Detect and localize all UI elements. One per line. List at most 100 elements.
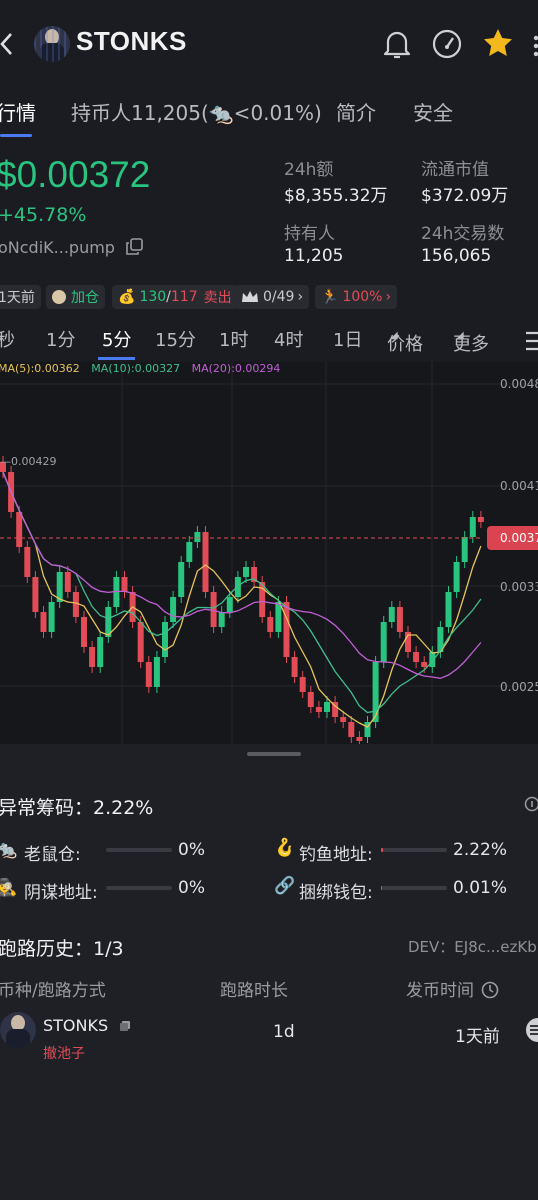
high-marker: —0.00429 [0,455,57,468]
candle-body [324,702,330,712]
interval-underline [98,357,135,360]
interval-5m[interactable]: 5分 [102,326,131,352]
row-duration: 1d [273,1022,295,1042]
bundle-label: 捆绑钱包: [299,883,373,903]
y-tick-1: 0.0048 [500,377,538,391]
interval-sec[interactable]: 秒 [0,326,15,352]
mcap-value: $372.09万 [421,186,509,206]
candle-body [299,677,306,692]
anomaly-title: 异常筹码：2.22% [0,797,154,819]
candle-body [137,622,144,662]
row-token-name[interactable]: STONKS [43,1016,131,1035]
plot-label: 阴谋地址: [24,883,98,903]
tab-intro[interactable]: 简介 [336,97,376,126]
back-icon[interactable] [0,32,14,56]
sell-text: 卖出 [203,290,232,306]
candle-body [275,602,282,632]
chart-canvas [0,362,538,744]
bundle-value: 0.01% [453,878,508,898]
bell-icon[interactable] [382,28,412,60]
token-address[interactable]: oNcdiK...pump [0,238,143,257]
header: STONKS [0,0,538,88]
gauge-icon[interactable] [431,28,463,60]
candle-body [40,612,47,632]
candle-body [202,532,209,592]
interval-bar: 秒 1分 5分 15分 1时 4时 1日 价格 ◢ 更多 ◢ [0,322,538,362]
candle-body [348,722,355,737]
vol-value: $8,355.32万 [284,186,388,206]
tab-market[interactable]: 行情 [0,97,36,126]
candle-body [234,577,241,597]
current-price-tag: 0.0037 [487,526,538,550]
dev-address[interactable]: DEV：EJ8c...ezKb [408,936,537,957]
y-tick-2: 0.0041 [500,479,538,493]
page-title: STONKS [76,26,187,56]
tab-holders[interactable]: 持币人11,205(🐀<0.01%) [71,97,322,126]
token-price: $0.00372 [0,154,151,195]
crown-text: 0/49 [263,289,295,305]
menu-circle-icon[interactable] [524,1017,538,1043]
phish-bar-fill [381,848,383,852]
candle-body [421,662,428,667]
address-text: oNcdiK...pump [0,238,115,257]
col-token-method: 币种/跑路方式 [0,981,106,1001]
tag-row: 1天前 加仓 💰 130 / 117 卖出 0/49 › 🏃 100% › [0,284,538,312]
interval-1h[interactable]: 1时 [219,326,248,352]
ma5-label: MA(5):0.00362 [0,362,80,375]
interval-15m[interactable]: 15分 [155,326,196,352]
info-icon[interactable] [524,796,538,812]
chevron-right-icon: › [385,289,392,305]
interval-1d[interactable]: 1日 [333,326,362,352]
more-icon[interactable] [528,34,538,58]
runner-icon: 🏃 [321,289,339,305]
col-launch-time[interactable]: 发币时间 [406,976,499,1001]
star-icon[interactable] [482,27,514,59]
candle-body [356,737,363,741]
candle-body [283,602,290,657]
add-position-tag[interactable]: 加仓 [46,285,105,309]
bundle-bar [381,886,447,890]
crown-tag[interactable]: 0/49 › [235,285,310,309]
add-text: 加仓 [71,290,99,306]
candlestick-chart[interactable]: MA(5):0.00362 MA(10):0.00327 MA(20):0.00… [0,362,538,744]
phish-value: 2.22% [453,840,508,860]
candle-body [388,607,395,622]
copy-icon[interactable] [119,1020,131,1032]
candle-body [291,657,298,677]
plot-value: 0% [178,878,205,898]
candle-body [396,607,403,632]
candle-body [267,617,274,632]
candle-body [32,577,39,612]
holders-label: 持有人 [284,224,335,244]
bundle-bar-fill [381,886,382,890]
row-token-avatar [0,1012,36,1048]
moneybag-icon: 💰 [118,289,136,305]
tab-underline [0,134,32,137]
trader-icon [52,290,66,304]
interval-4h[interactable]: 4时 [274,326,303,352]
candle-body [186,542,193,562]
spy-icon: 🕵 [0,878,18,898]
drag-handle[interactable] [247,752,301,756]
tx-label: 24h交易数 [421,224,505,244]
copy-icon[interactable] [126,238,143,255]
interval-1m[interactable]: 1分 [46,326,75,352]
candle-body [194,532,201,542]
buy-sell-tag[interactable]: 💰 130 / 117 卖出 [112,285,238,309]
candle-body [372,662,379,722]
candle-body [153,657,160,687]
y-tick-4: 0.0025 [500,680,538,694]
ma10-label: MA(10):0.00327 [91,362,181,375]
candle-body [121,577,128,592]
indicator-settings-icon[interactable] [524,330,538,352]
candle-body [64,572,71,592]
tab-security[interactable]: 安全 [413,97,453,126]
high-value: 0.00429 [11,455,57,468]
sell-count: 117 [170,289,198,305]
candle-body [477,517,484,522]
candle-body [340,717,347,722]
candle-body [72,592,79,617]
rat-icon: 🐀 [0,840,18,860]
age-tag: 1天前 [0,285,41,309]
run-tag[interactable]: 🏃 100% › [315,285,398,309]
